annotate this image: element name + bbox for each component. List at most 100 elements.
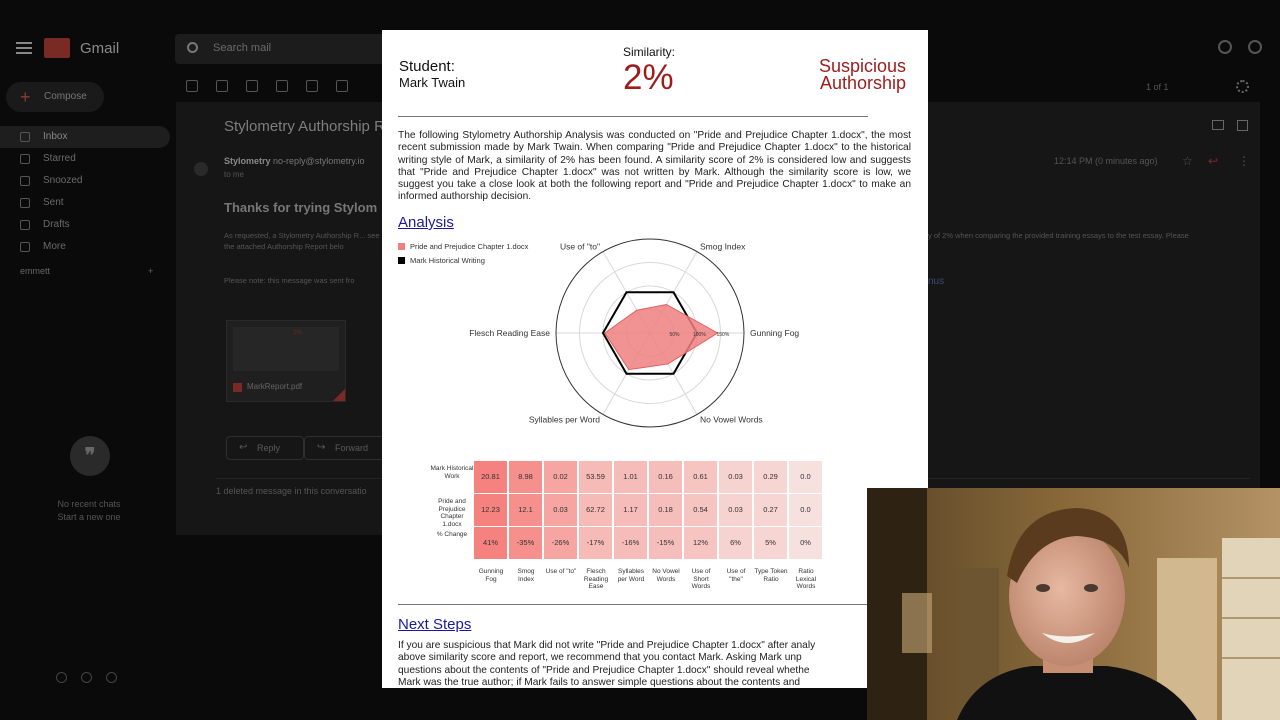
sender-name: Stylometry [224, 156, 271, 166]
reply-label: Reply [257, 443, 281, 453]
gear-icon[interactable] [1236, 80, 1249, 93]
radar-chart: 50% 100% 150% Gunning Fog Smog Index Use of "… [469, 238, 799, 428]
search-input[interactable]: Search mail [175, 34, 390, 64]
eye [1084, 584, 1098, 592]
heatmap-cell: -17% [579, 527, 613, 559]
sidebar-nav: Inbox Starred Snoozed Sent Drafts More [0, 126, 170, 258]
delete-icon[interactable] [276, 80, 288, 92]
sidebar-item-drafts[interactable]: Drafts [0, 214, 170, 236]
sidebar-item-label: Drafts [43, 219, 70, 230]
attachment-card[interactable]: 2% MarkReport.pdf [226, 320, 346, 402]
heatmap-cell: 0% [789, 527, 823, 559]
apps-icon[interactable] [1248, 40, 1262, 54]
forward-arrow-icon: ↪ [317, 442, 326, 453]
authorship-report[interactable]: Student: Mark Twain Similarity: 2% Suspi… [382, 30, 928, 688]
contacts-icon[interactable] [56, 672, 67, 683]
archive-icon[interactable] [216, 80, 228, 92]
attachment-name: MarkReport.pdf [247, 382, 303, 391]
legend-swatch [398, 243, 405, 250]
heatmap-cell: 0.16 [649, 461, 683, 493]
reply-button[interactable]: ↩ Reply [226, 436, 304, 460]
message-subject: Stylometry Authorship R [224, 118, 385, 135]
similarity-label: Similarity: [623, 45, 676, 59]
next-steps-line: questions about the contents of "Pride a… [398, 664, 810, 676]
sidebar-item-starred[interactable]: Starred [0, 148, 170, 170]
mark-unread-icon[interactable] [306, 80, 318, 92]
main-menu-icon[interactable] [16, 42, 32, 54]
eye [1036, 584, 1050, 592]
phone-icon[interactable] [106, 672, 117, 683]
heatmap-column-label: No Vowel Words [652, 568, 680, 583]
star-icon[interactable]: ☆ [1182, 154, 1193, 168]
heatmap-cell: 5% [754, 527, 788, 559]
gmail-app-name: Gmail [80, 40, 120, 57]
attachment-corner [333, 389, 345, 401]
report-spam-icon[interactable] [246, 80, 258, 92]
recipient[interactable]: to me [224, 170, 244, 179]
heatmap-cell: 12.23 [474, 494, 508, 526]
sidebar-item-label: Sent [43, 197, 64, 208]
bookshelf [1222, 538, 1280, 720]
search-icon [187, 42, 198, 53]
open-in-new-window-icon[interactable] [1237, 120, 1248, 131]
message-link[interactable]: nus [928, 276, 944, 287]
clock-icon [20, 176, 30, 186]
forward-button[interactable]: ↪ Forward [304, 436, 390, 460]
sidebar-item-label: Snoozed [43, 175, 83, 186]
snooze-icon[interactable] [336, 80, 348, 92]
heatmap-cell: 12.1 [509, 494, 543, 526]
forward-label: Forward [335, 443, 369, 453]
sidebar-item-snoozed[interactable]: Snoozed [0, 170, 170, 192]
heatmap-column-label: Syllables per Word [617, 568, 645, 583]
heatmap-cell: 41% [474, 527, 508, 559]
heatmap-cell: 0.03 [719, 494, 753, 526]
heatmap-cell: 0.03 [544, 494, 578, 526]
sidebar-item-sent[interactable]: Sent [0, 192, 170, 214]
heatmap-cell: 0.29 [754, 461, 788, 493]
gmail-logo-icon[interactable] [44, 38, 70, 58]
heatmap-cell: -16% [614, 527, 648, 559]
print-icon[interactable] [1212, 120, 1224, 130]
reply-icon[interactable]: ↩ [1208, 154, 1218, 168]
verdict-line-2: Authorship [819, 73, 906, 93]
heatmap-cell: -15% [649, 527, 683, 559]
message-toolbar [186, 80, 348, 92]
deleted-message-note[interactable]: 1 deleted message in this conversatio [216, 486, 367, 496]
attachment-thumbnail: 2% [233, 327, 339, 371]
student-name: Mark Twain [399, 75, 466, 90]
heatmap-cell: 62.72 [579, 494, 613, 526]
user-name: emmett [20, 266, 51, 276]
sidebar-item-more[interactable]: More [0, 236, 170, 258]
heatmap-column-label: Type Token Ratio [754, 568, 788, 583]
back-icon[interactable] [186, 80, 198, 92]
heatmap-cell: 6% [719, 527, 753, 559]
help-icon[interactable] [1218, 40, 1232, 54]
heatmap-cell: 0.03 [719, 461, 753, 493]
message-body-right: y of 2% when comparing the provided trai… [928, 231, 1189, 240]
radar-tick-label: 150% [717, 332, 730, 338]
heatmap-row-label: Mark Historical Work [430, 465, 474, 480]
sidebar-item-inbox[interactable]: Inbox [0, 126, 170, 148]
next-steps-line: If you are suspicious that Mark did not … [398, 640, 816, 651]
more-options-icon[interactable]: ⋮ [1238, 154, 1250, 168]
sidebar-item-label: Starred [43, 153, 76, 164]
hangouts-icon[interactable] [81, 672, 92, 683]
sidebar-item-label: Inbox [43, 131, 68, 142]
similarity-value: 2% [623, 58, 674, 97]
compose-button[interactable]: + Compose [6, 82, 104, 112]
inbox-icon [20, 132, 30, 142]
add-chat-icon[interactable]: + [148, 266, 153, 276]
heatmap-column-label: Use of Short Words [691, 568, 711, 590]
screen: Gmail Search mail + Compose Inbox Starre… [0, 0, 1280, 720]
heatmap-cell: 1.01 [614, 461, 648, 493]
star-icon [20, 154, 30, 164]
pdf-icon [233, 383, 242, 392]
start-chat-link[interactable]: Start a new one [44, 511, 134, 524]
radar-axis-label: Flesch Reading Ease [469, 328, 550, 338]
draft-icon [20, 220, 30, 230]
lamp [902, 593, 932, 653]
heatmap-cell: -35% [509, 527, 543, 559]
hangouts-user[interactable]: emmett + [20, 266, 153, 276]
heatmap-cell: 20.81 [474, 461, 508, 493]
chevron-down-icon [20, 242, 30, 252]
